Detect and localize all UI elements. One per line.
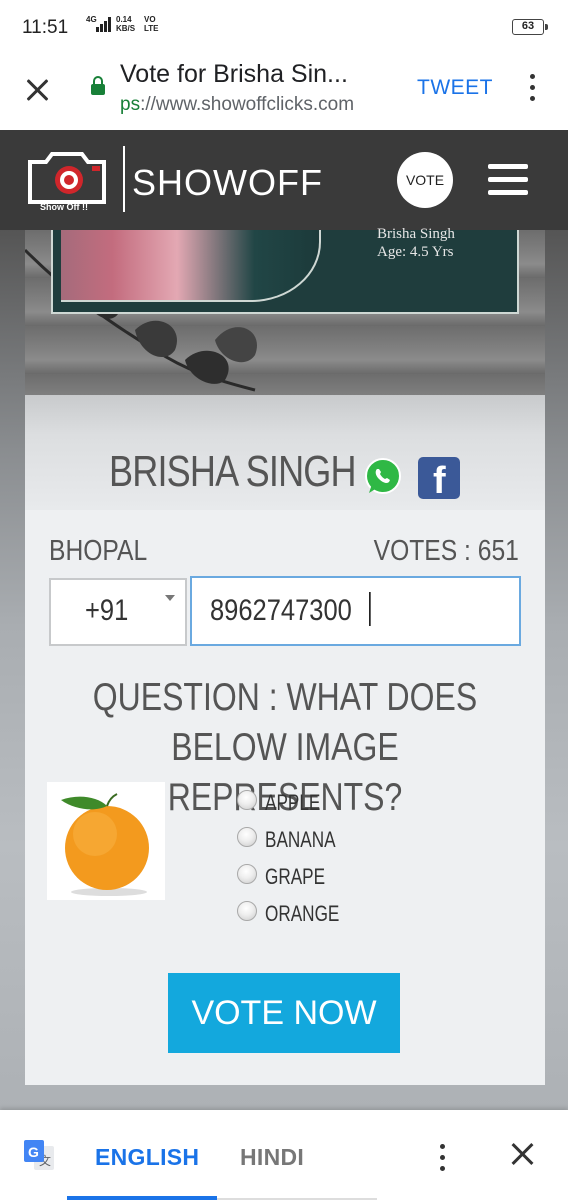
volte-vo: VO <box>144 15 156 24</box>
country-code-select[interactable]: +91 <box>49 578 187 646</box>
status-bar: 11:51 4G 0.14 KB/S VO LTE 63 <box>0 0 568 52</box>
facebook-icon[interactable]: f <box>418 457 460 502</box>
radio-banana[interactable] <box>237 827 257 847</box>
active-tab-indicator <box>67 1196 217 1200</box>
whatsapp-icon[interactable] <box>363 457 403 497</box>
option-label: ORANGE <box>265 901 340 926</box>
radio-grape[interactable] <box>237 864 257 884</box>
radio-apple[interactable] <box>237 790 257 810</box>
menu-icon[interactable] <box>488 164 528 196</box>
tab-hindi[interactable]: HINDI <box>240 1144 304 1171</box>
close-icon[interactable] <box>508 1140 538 1170</box>
svg-text:G: G <box>28 1144 39 1160</box>
close-icon[interactable] <box>22 74 52 104</box>
tweet-button[interactable]: TWEET <box>417 76 493 100</box>
page-url[interactable]: ps://www.showoffclicks.com <box>120 94 354 116</box>
city-label: BHOPAL <box>49 535 148 567</box>
phone-number-value: 8962747300 <box>210 594 352 627</box>
google-translate-icon[interactable]: 文 G <box>22 1138 56 1172</box>
signal-icon <box>96 17 111 32</box>
page-title[interactable]: Vote for Brisha Sin... <box>120 60 390 89</box>
translate-bar: 文 G ENGLISH HINDI <box>0 1110 568 1200</box>
phone-number-input[interactable]: 8962747300 <box>190 576 521 646</box>
brand-name[interactable]: SHOWOFF <box>132 162 323 204</box>
more-icon[interactable] <box>522 72 542 102</box>
option-label: APPLE <box>265 790 321 815</box>
contestant-name: BRISHA SINGH <box>109 447 357 496</box>
vote-button[interactable]: VOTE <box>397 152 453 208</box>
text-cursor <box>368 592 371 626</box>
photo-caption-age: Age: 4.5 Yrs <box>377 244 454 260</box>
url-rest: ://www.showoffclicks.com <box>140 94 355 115</box>
orange-fruit-image <box>47 782 165 900</box>
contestant-photo-frame: Brisha Singh Age: 4.5 Yrs <box>51 226 519 314</box>
contestant-photo <box>61 230 321 302</box>
country-code-value: +91 <box>85 594 129 627</box>
battery-indicator: 63 <box>512 19 548 35</box>
browser-toolbar: Vote for Brisha Sin... ps://www.showoffc… <box>0 52 568 130</box>
header-divider <box>123 146 125 212</box>
lock-icon[interactable] <box>90 76 106 96</box>
option-label: BANANA <box>265 827 336 852</box>
radio-orange[interactable] <box>237 901 257 921</box>
speed-unit: KB/S <box>116 24 136 33</box>
volte-lte: LTE <box>144 24 159 33</box>
network-speed: 0.14 KB/S <box>116 15 135 33</box>
site-header: Show Off !! SHOWOFF VOTE <box>0 130 568 230</box>
dropdown-caret-icon <box>165 595 175 601</box>
volte-indicator: VO LTE <box>144 15 159 33</box>
speed-value: 0.14 <box>116 15 132 24</box>
option-label: GRAPE <box>265 864 326 889</box>
vote-card: BRISHA SINGH f BHOPAL VOTES : 651 +91 89… <box>25 395 545 1085</box>
vote-now-button[interactable]: VOTE NOW <box>168 973 400 1053</box>
votes-count: VOTES : 651 <box>373 535 519 567</box>
url-scheme: ps <box>120 94 141 115</box>
logo-caption: Show Off !! <box>40 202 88 212</box>
photo-caption-name: Brisha Singh <box>377 226 455 242</box>
tab-english[interactable]: ENGLISH <box>95 1144 199 1171</box>
more-icon[interactable] <box>432 1142 452 1172</box>
status-time: 11:51 <box>22 17 69 38</box>
